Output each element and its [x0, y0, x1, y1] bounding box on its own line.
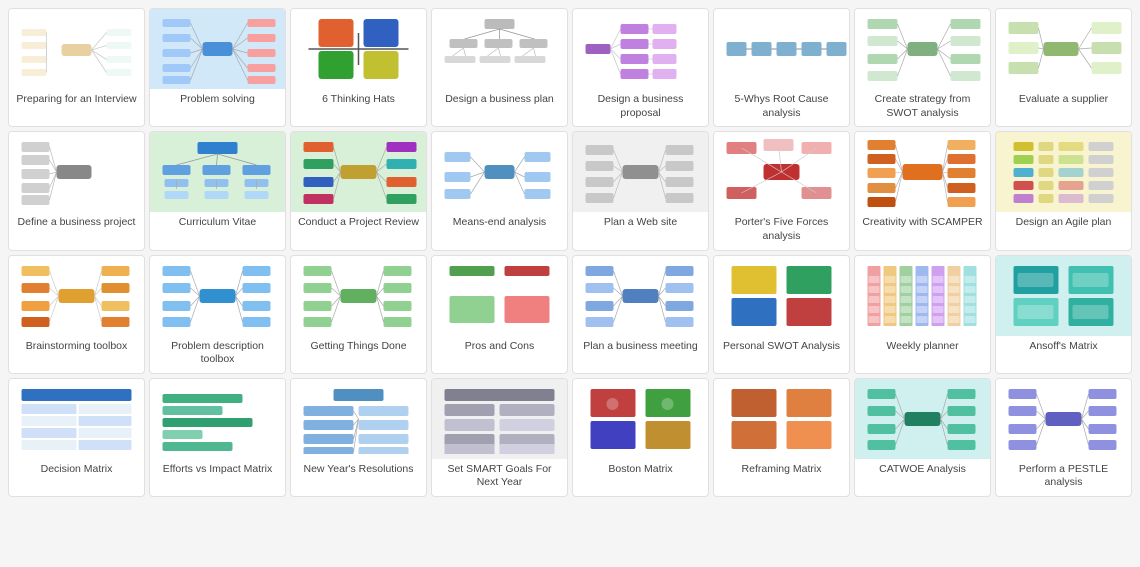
card-thumbnail-personal-swot [714, 256, 849, 336]
template-card-smart-goals[interactable]: Set SMART Goals For Next Year [431, 378, 568, 497]
card-thumbnail-five-whys [714, 9, 849, 89]
card-thumbnail-plan-website [573, 132, 708, 212]
card-label-preparing-interview: Preparing for an Interview [9, 89, 144, 113]
template-card-strategy-swot[interactable]: Create strategy from SWOT analysis [854, 8, 991, 127]
card-label-problem-solving: Problem solving [150, 89, 285, 113]
card-label-ansoffs-matrix: Ansoff's Matrix [996, 336, 1131, 360]
card-thumbnail-new-years [291, 379, 426, 459]
card-label-business-meeting: Plan a business meeting [573, 336, 708, 360]
template-card-plan-website[interactable]: Plan a Web site [572, 131, 709, 250]
template-card-reframing[interactable]: Reframing Matrix [713, 378, 850, 497]
card-label-decision-matrix: Decision Matrix [9, 459, 144, 483]
card-label-personal-swot: Personal SWOT Analysis [714, 336, 849, 360]
card-thumbnail-curriculum-vitae [150, 132, 285, 212]
card-label-agile-plan: Design an Agile plan [996, 212, 1131, 236]
card-label-problem-description: Problem description toolbox [150, 336, 285, 373]
card-label-strategy-swot: Create strategy from SWOT analysis [855, 89, 990, 126]
template-card-agile-plan[interactable]: Design an Agile plan [995, 131, 1132, 250]
card-label-catwoe: CATWOE Analysis [855, 459, 990, 483]
template-card-decision-matrix[interactable]: Decision Matrix [8, 378, 145, 497]
template-card-design-business-proposal[interactable]: Design a business proposal [572, 8, 709, 127]
template-card-porters-five[interactable]: Porter's Five Forces analysis [713, 131, 850, 250]
card-label-curriculum-vitae: Curriculum Vitae [150, 212, 285, 236]
card-label-efforts-impact: Efforts vs Impact Matrix [150, 459, 285, 483]
template-card-problem-description[interactable]: Problem description toolbox [149, 255, 286, 374]
template-card-six-thinking-hats[interactable]: 6 Thinking Hats [290, 8, 427, 127]
card-thumbnail-problem-description [150, 256, 285, 336]
card-thumbnail-design-business-plan [432, 9, 567, 89]
card-thumbnail-boston-matrix [573, 379, 708, 459]
template-card-brainstorming[interactable]: Brainstorming toolbox [8, 255, 145, 374]
card-thumbnail-six-thinking-hats [291, 9, 426, 89]
card-thumbnail-problem-solving [150, 9, 285, 89]
card-label-boston-matrix: Boston Matrix [573, 459, 708, 483]
card-thumbnail-project-review [291, 132, 426, 212]
template-card-problem-solving[interactable]: Problem solving [149, 8, 286, 127]
card-thumbnail-reframing [714, 379, 849, 459]
card-thumbnail-pestle [996, 379, 1131, 459]
card-label-means-end: Means-end analysis [432, 212, 567, 236]
card-label-smart-goals: Set SMART Goals For Next Year [432, 459, 567, 496]
template-card-catwoe[interactable]: CATWOE Analysis [854, 378, 991, 497]
card-label-porters-five: Porter's Five Forces analysis [714, 212, 849, 249]
card-thumbnail-efforts-impact [150, 379, 285, 459]
card-label-design-business-plan: Design a business plan [432, 89, 567, 113]
card-thumbnail-weekly-planner [855, 256, 990, 336]
card-thumbnail-smart-goals [432, 379, 567, 459]
card-thumbnail-pros-cons [432, 256, 567, 336]
card-thumbnail-means-end [432, 132, 567, 212]
card-label-plan-website: Plan a Web site [573, 212, 708, 236]
card-thumbnail-decision-matrix [9, 379, 144, 459]
card-label-pros-cons: Pros and Cons [432, 336, 567, 360]
card-label-six-thinking-hats: 6 Thinking Hats [291, 89, 426, 113]
card-label-weekly-planner: Weekly planner [855, 336, 990, 360]
template-card-getting-things-done[interactable]: Getting Things Done [290, 255, 427, 374]
card-thumbnail-preparing-interview [9, 9, 144, 89]
card-thumbnail-strategy-swot [855, 9, 990, 89]
template-card-personal-swot[interactable]: Personal SWOT Analysis [713, 255, 850, 374]
card-label-getting-things-done: Getting Things Done [291, 336, 426, 360]
template-grid: Preparing for an InterviewProblem solvin… [0, 0, 1140, 505]
template-card-business-meeting[interactable]: Plan a business meeting [572, 255, 709, 374]
card-thumbnail-design-business-proposal [573, 9, 708, 89]
template-card-boston-matrix[interactable]: Boston Matrix [572, 378, 709, 497]
card-thumbnail-catwoe [855, 379, 990, 459]
template-card-efforts-impact[interactable]: Efforts vs Impact Matrix [149, 378, 286, 497]
template-card-curriculum-vitae[interactable]: Curriculum Vitae [149, 131, 286, 250]
template-card-creativity-scamper[interactable]: Creativity with SCAMPER [854, 131, 991, 250]
template-card-weekly-planner[interactable]: Weekly planner [854, 255, 991, 374]
card-label-pestle: Perform a PESTLE analysis [996, 459, 1131, 496]
template-card-means-end[interactable]: Means-end analysis [431, 131, 568, 250]
card-label-five-whys: 5-Whys Root Cause analysis [714, 89, 849, 126]
template-card-evaluate-supplier[interactable]: Evaluate a supplier [995, 8, 1132, 127]
card-thumbnail-creativity-scamper [855, 132, 990, 212]
card-thumbnail-define-business-project [9, 132, 144, 212]
template-card-new-years[interactable]: New Year's Resolutions [290, 378, 427, 497]
template-card-five-whys[interactable]: 5-Whys Root Cause analysis [713, 8, 850, 127]
card-label-project-review: Conduct a Project Review [291, 212, 426, 236]
template-card-pros-cons[interactable]: Pros and Cons [431, 255, 568, 374]
template-card-preparing-interview[interactable]: Preparing for an Interview [8, 8, 145, 127]
template-card-pestle[interactable]: Perform a PESTLE analysis [995, 378, 1132, 497]
card-thumbnail-business-meeting [573, 256, 708, 336]
card-thumbnail-brainstorming [9, 256, 144, 336]
card-label-new-years: New Year's Resolutions [291, 459, 426, 483]
template-card-design-business-plan[interactable]: Design a business plan [431, 8, 568, 127]
card-label-reframing: Reframing Matrix [714, 459, 849, 483]
card-label-brainstorming: Brainstorming toolbox [9, 336, 144, 360]
card-thumbnail-agile-plan [996, 132, 1131, 212]
card-thumbnail-evaluate-supplier [996, 9, 1131, 89]
card-thumbnail-ansoffs-matrix [996, 256, 1131, 336]
template-card-define-business-project[interactable]: Define a business project [8, 131, 145, 250]
card-label-design-business-proposal: Design a business proposal [573, 89, 708, 126]
card-label-define-business-project: Define a business project [9, 212, 144, 236]
card-label-creativity-scamper: Creativity with SCAMPER [855, 212, 990, 236]
card-label-evaluate-supplier: Evaluate a supplier [996, 89, 1131, 113]
card-thumbnail-porters-five [714, 132, 849, 212]
template-card-ansoffs-matrix[interactable]: Ansoff's Matrix [995, 255, 1132, 374]
card-thumbnail-getting-things-done [291, 256, 426, 336]
template-card-project-review[interactable]: Conduct a Project Review [290, 131, 427, 250]
